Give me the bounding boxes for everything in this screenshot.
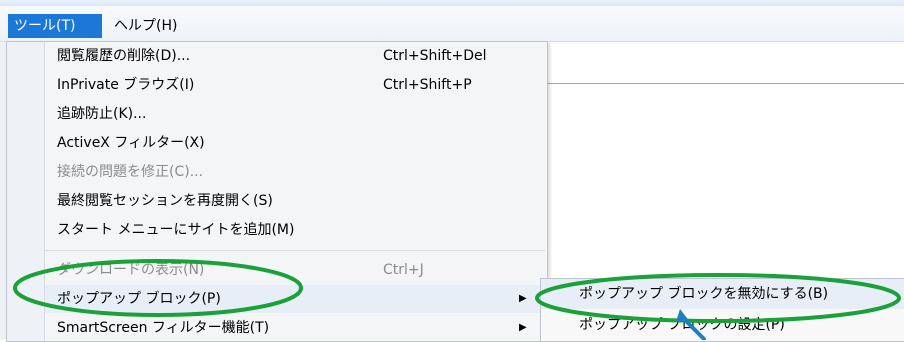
tools-dropdown-menu: 閲覧履歴の削除(D)... Ctrl+Shift+Del InPrivate ブ… [6, 41, 548, 342]
submenu-item-label: ポップアップ ブロックを無効にする(B) [579, 286, 829, 302]
submenu-item-popup-blocker-settings[interactable]: ポップアップ ブロックの設定(P) [541, 310, 904, 340]
menu-item-activex-filter[interactable]: ActiveX フィルター(X) [45, 129, 545, 157]
popup-blocker-submenu: ポップアップ ブロックを無効にする(B) ポップアップ ブロックの設定(P) [540, 278, 904, 342]
menu-item-popup-blocker[interactable]: ポップアップ ブロック(P) ▶ [45, 285, 545, 313]
menu-item-label: 最終閲覧セッションを再度開く(S) [57, 193, 273, 209]
menu-item-fix-connection: 接続の問題を修正(C)... [45, 158, 545, 186]
menu-item-smartscreen[interactable]: SmartScreen フィルター機能(T) ▶ [45, 314, 545, 342]
menu-item-label: 閲覧履歴の削除(D)... [57, 48, 191, 64]
menu-item-delete-history[interactable]: 閲覧履歴の削除(D)... Ctrl+Shift+Del [45, 42, 545, 70]
menu-item-label: InPrivate ブラウズ(I) [57, 77, 195, 93]
menu-item-inprivate[interactable]: InPrivate ブラウズ(I) Ctrl+Shift+P [45, 71, 545, 99]
menu-item-label: 追跡防止(K)... [57, 106, 147, 122]
menu-item-add-start-menu[interactable]: スタート メニューにサイトを追加(M) [45, 216, 545, 244]
submenu-item-disable-popup-blocker[interactable]: ポップアップ ブロックを無効にする(B) [541, 279, 904, 309]
tools-menu[interactable]: ツール(T) [8, 14, 102, 38]
submenu-item-label: ポップアップ ブロックの設定(P) [579, 317, 785, 333]
menu-item-tracking-protection[interactable]: 追跡防止(K)... [45, 100, 545, 128]
menu-item-label: スタート メニューにサイトを追加(M) [57, 222, 295, 238]
menu-bar: ツール(T) ヘルプ(H) [0, 6, 904, 42]
content-divider [548, 83, 904, 84]
menu-item-shortcut: Ctrl+Shift+P [383, 77, 472, 93]
submenu-arrow-icon: ▶ [519, 293, 527, 304]
menu-item-shortcut: Ctrl+J [383, 262, 424, 278]
submenu-arrow-icon: ▶ [519, 322, 527, 333]
menu-item-label: ダウンロードの表示(N) [57, 262, 205, 278]
menu-item-label: ポップアップ ブロック(P) [57, 291, 221, 307]
help-menu[interactable]: ヘルプ(H) [108, 14, 206, 38]
menu-item-label: SmartScreen フィルター機能(T) [57, 320, 270, 336]
menu-item-label: ActiveX フィルター(X) [57, 135, 205, 151]
menu-separator [45, 250, 545, 251]
menu-icon-gutter [7, 42, 45, 341]
menu-item-label: 接続の問題を修正(C)... [57, 164, 204, 180]
menu-item-shortcut: Ctrl+Shift+Del [383, 48, 487, 64]
menu-item-downloads[interactable]: ダウンロードの表示(N) Ctrl+J [45, 256, 545, 284]
menu-item-reopen-session[interactable]: 最終閲覧セッションを再度開く(S) [45, 187, 545, 215]
